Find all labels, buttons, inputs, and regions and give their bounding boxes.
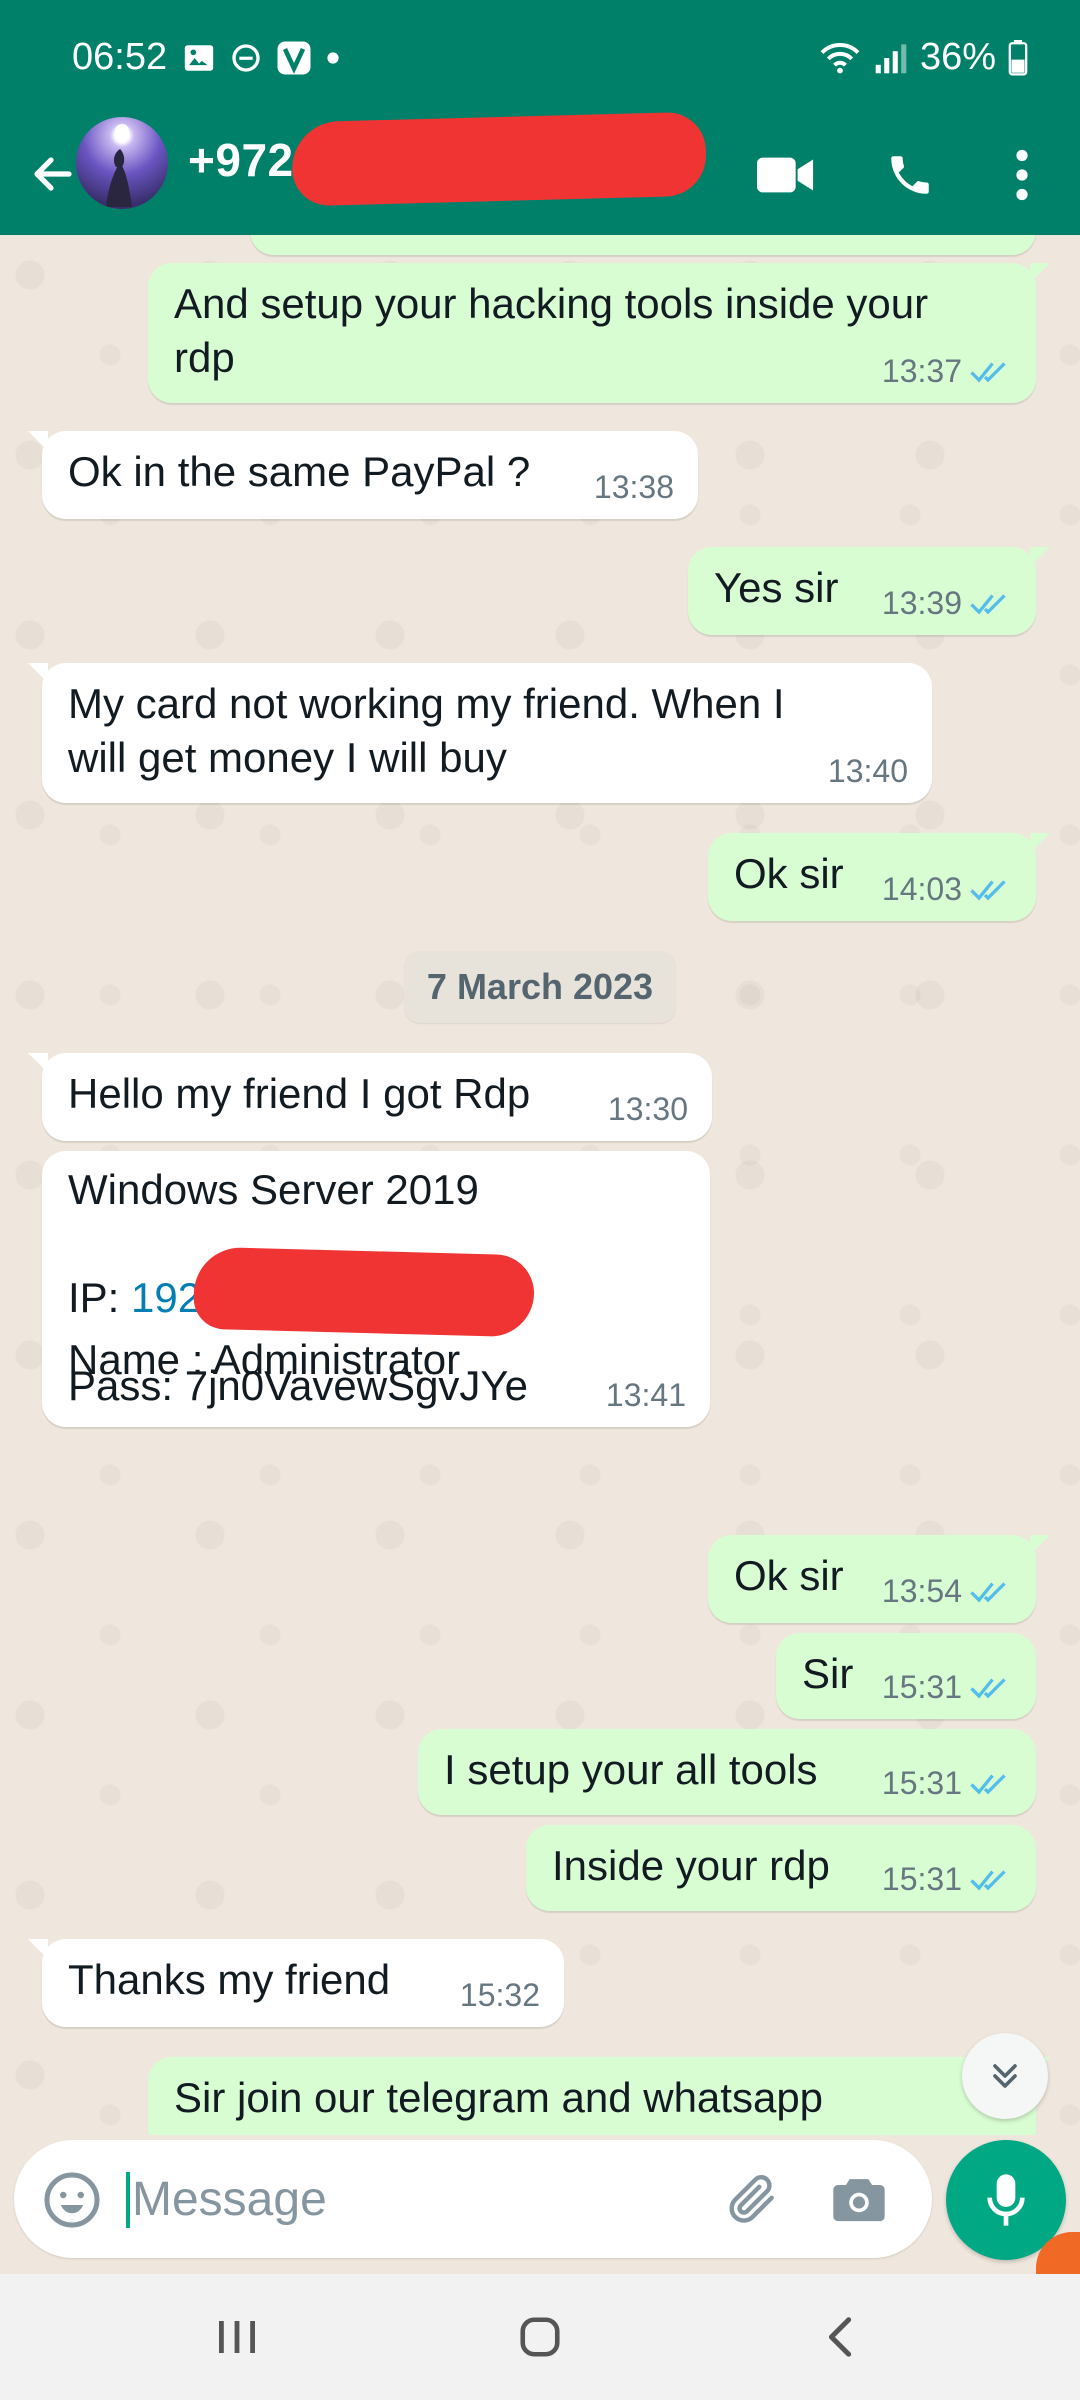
server-line: Windows Server 2019 [68,1166,479,1213]
more-options-button[interactable] [982,135,1062,215]
message-text: My card not working my friend. When I wi… [68,680,785,781]
emoji-icon [44,2172,100,2228]
redaction-mark [192,1246,536,1338]
double-check-read-icon [970,594,1006,615]
message-bubble-outgoing[interactable]: Yes sir 13:39 [688,547,1050,635]
nav-back-button[interactable] [796,2302,886,2372]
status-bar: 06:52 36% [0,0,1080,115]
message-time: 15:31 [881,1861,962,1897]
message-bubble-outgoing[interactable]: I setup your all tools 15:31 [418,1729,1036,1815]
message-time: 13:37 [881,353,962,389]
message-text: Sir [802,1650,854,1697]
camera-icon [833,2179,885,2222]
voice-call-button[interactable] [870,135,950,215]
camera-button[interactable] [826,2166,892,2232]
message-bubble-partial [250,235,1036,255]
message-text: Inside your rdp [552,1842,830,1889]
avatar-figure-icon [106,124,132,207]
redaction-mark [290,111,708,207]
message-bubble-incoming[interactable]: Hello my friend I got Rdp 13:30 [28,1053,712,1141]
message-text: Ok sir [734,1552,844,1599]
pass-line: Pass: 7jn0VavewSgvJYe [68,1362,528,1409]
wifi-icon [820,42,860,73]
video-call-button[interactable] [746,135,826,215]
message-text: Hello my friend I got Rdp [68,1070,531,1117]
status-time: 06:52 [72,36,168,78]
home-icon [520,2317,560,2357]
app-bar: +972 [0,111,1080,235]
double-check-read-icon [970,1582,1006,1603]
message-text: Sir join our telegram and whatsapp [174,2074,824,2121]
double-check-read-icon [970,1870,1006,1891]
double-check-read-icon [970,880,1006,901]
message-time: 13:54 [881,1573,962,1609]
chat-header: 06:52 36% +972 [0,0,1080,235]
message-bubble-outgoing[interactable]: Ok sir 13:54 [708,1535,1050,1623]
message-composer [14,2140,932,2258]
chevron-left-icon [828,2317,852,2357]
message-text: I setup your all tools [444,1746,818,1793]
battery-icon [1008,39,1028,76]
message-text: And setup your hacking tools inside your… [174,280,929,381]
chat-area[interactable]: And setup your hacking tools inside your… [0,235,1080,2135]
message-text: Ok sir [734,850,844,897]
battery-percent: 36% [919,36,996,78]
recent-apps-button[interactable] [192,2302,282,2372]
dot-icon [327,52,339,64]
message-time: 14:03 [881,871,962,907]
message-text: Thanks my friend [68,1956,391,2003]
message-bubble-incoming[interactable]: Ok in the same PayPal ? 13:38 [28,431,698,519]
v-app-icon [277,41,311,75]
message-time: 13:30 [607,1091,688,1127]
message-bubble-outgoing[interactable]: And setup your hacking tools inside your… [148,263,1050,403]
scroll-to-bottom-button[interactable] [962,2033,1048,2119]
message-bubble-credentials[interactable]: Windows Server 2019 IP: 192 Name : Admin… [42,1151,710,1427]
message-text: Ok in the same PayPal ? [68,448,531,495]
message-time: 15:32 [459,1977,540,2013]
date-separator: 7 March 2023 [404,951,676,1023]
message-input[interactable] [132,2162,692,2236]
message-text: Yes sir [714,564,839,611]
message-time: 15:31 [881,1765,962,1801]
system-nav-bar [0,2274,1080,2400]
message-bubble-outgoing[interactable]: Ok sir 14:03 [708,833,1050,921]
message-bubble-incoming[interactable]: My card not working my friend. When I wi… [28,663,932,803]
video-camera-icon [757,157,814,193]
gallery-icon [184,45,214,71]
message-time: 13:40 [827,753,908,789]
double-check-read-icon [970,362,1006,383]
message-time: 15:31 [881,1669,962,1705]
signal-icon [875,43,907,73]
home-button[interactable] [495,2302,585,2372]
status-system-icons: 36% [818,36,1028,79]
kebab-menu-icon [1016,149,1028,201]
double-check-read-icon [970,1678,1006,1699]
emoji-button[interactable] [42,2170,102,2230]
ip-line: IP: 192 [68,1271,201,1325]
dnd-icon [232,44,260,72]
ip-link[interactable]: 192 [131,1274,201,1321]
double-chevron-down-icon [993,2064,1017,2088]
contact-avatar[interactable] [76,117,168,209]
message-time: 13:39 [881,585,962,621]
message-bubble-outgoing[interactable]: Sir 15:31 [776,1633,1036,1719]
message-bubble-outgoing[interactable]: Inside your rdp 15:31 [526,1825,1036,1911]
microphone-icon [987,2174,1025,2226]
message-time: 13:41 [605,1377,686,1413]
paperclip-icon [729,2175,774,2223]
recent-apps-icon [219,2321,255,2353]
ip-label: IP: [68,1274,132,1321]
message-bubble-incoming[interactable]: Thanks my friend 15:32 [28,1939,564,2027]
message-bubble-outgoing[interactable]: Sir join our telegram and whatsapp [148,2057,1050,2135]
double-check-read-icon [970,1774,1006,1795]
status-notification-icons [182,40,340,76]
arrow-left-icon [34,157,72,191]
attach-button[interactable] [720,2166,786,2232]
phone-icon [891,156,929,194]
contact-name[interactable]: +972 [188,133,294,187]
message-time: 13:38 [593,469,674,505]
text-cursor [126,2172,130,2228]
